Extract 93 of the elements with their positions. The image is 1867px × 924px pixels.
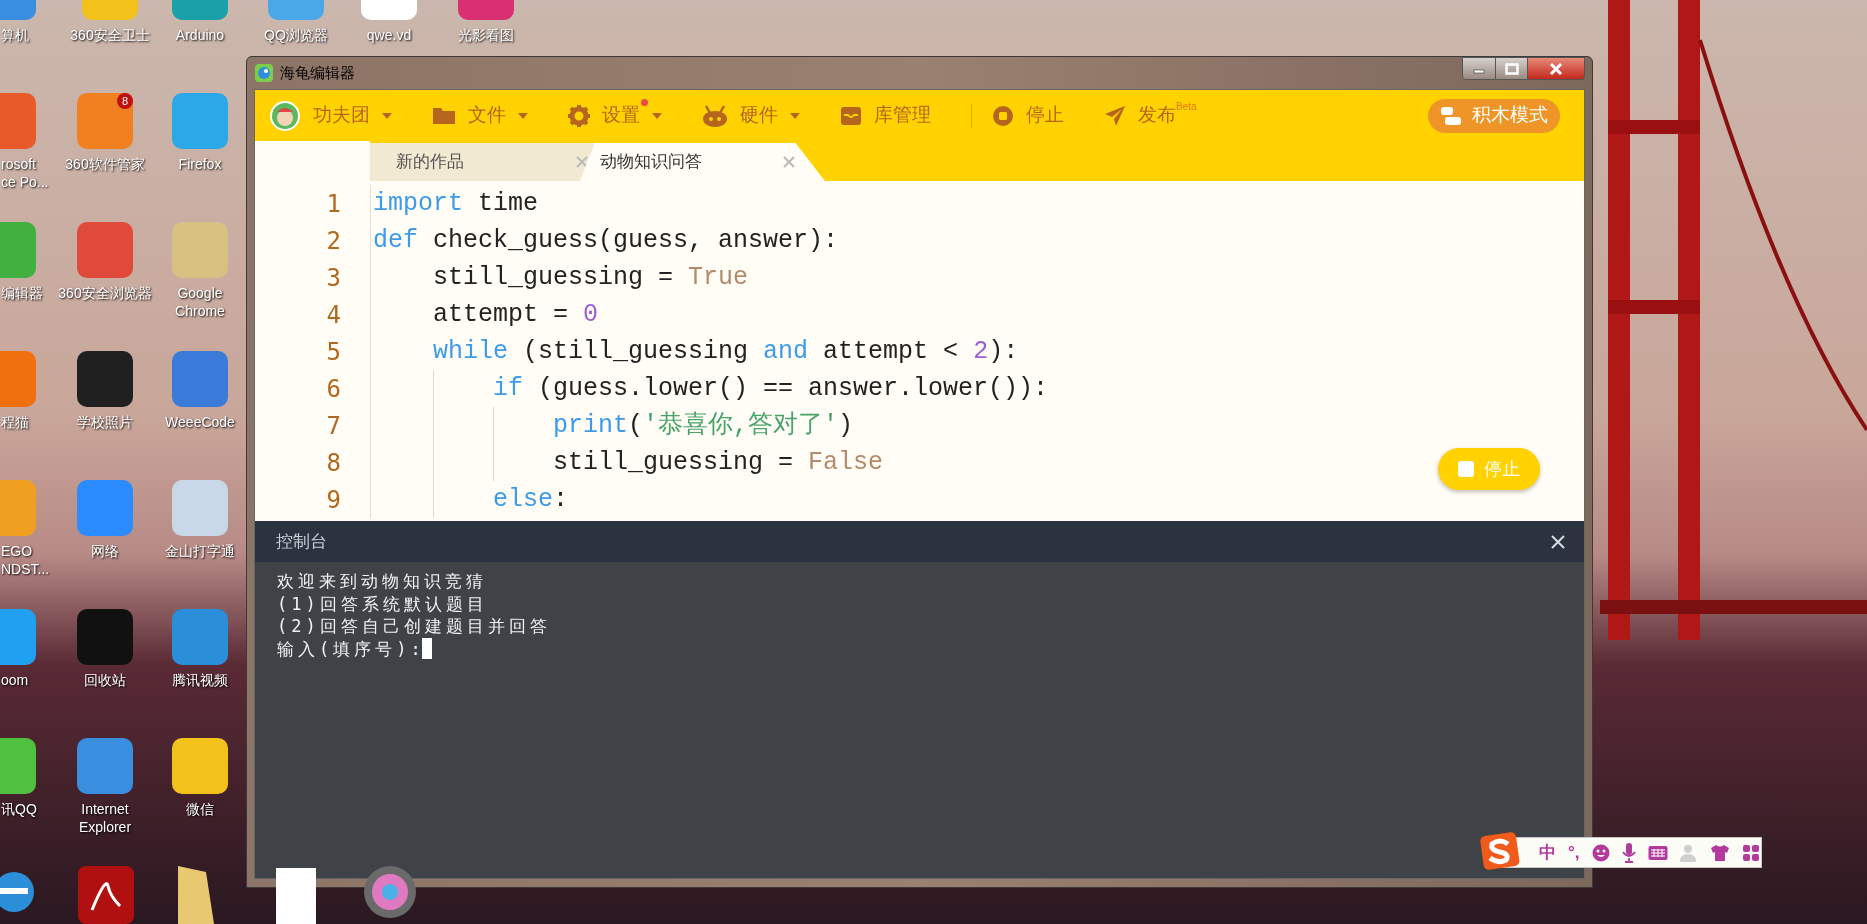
stop-icon xyxy=(1458,461,1474,477)
desktop-icon-label: Firefox xyxy=(178,155,222,173)
app-icon[interactable] xyxy=(77,351,133,407)
desktop-icon-label: 微信 xyxy=(186,800,214,818)
desktop-icon-label: 360安全浏览器 xyxy=(58,284,152,302)
line-number: 3 xyxy=(325,262,342,294)
toolbar-menu-item[interactable]: 库管理 xyxy=(840,101,931,130)
toolbar-menu-item[interactable]: 硬件 xyxy=(702,101,800,130)
desktop-icon-label: WeeeCode xyxy=(165,413,235,431)
close-tab-icon[interactable] xyxy=(783,156,795,168)
desktop-icon-label: qwe.vd xyxy=(366,26,412,44)
text-cursor xyxy=(421,638,432,660)
close-button[interactable] xyxy=(1528,57,1585,80)
desktop-icon-label: 编辑器 xyxy=(0,284,43,302)
desktop-icon-label: 程猫 xyxy=(0,413,29,431)
robot-icon xyxy=(702,104,728,127)
user-icon[interactable] xyxy=(1679,843,1698,862)
input-mode-indicator[interactable]: 中 xyxy=(1539,839,1556,866)
editor-tab[interactable]: 新的作品 xyxy=(370,143,596,181)
code-line: if (guess.lower() == answer.lower()): xyxy=(492,372,1049,405)
sogou-logo-icon[interactable] xyxy=(1480,832,1520,872)
app-icon[interactable] xyxy=(77,738,133,794)
settings-icon xyxy=(568,104,590,127)
notification-badge: 8 xyxy=(117,93,133,109)
toolbar-menu-item[interactable]: 停止 xyxy=(992,101,1064,130)
desktop-icon-label: 回收站 xyxy=(84,671,126,689)
console-text-line: (2)回答自己创建题目并回答 xyxy=(277,615,552,638)
code-line: attempt = 0 xyxy=(432,298,599,331)
keyboard-icon[interactable] xyxy=(1647,844,1668,861)
desktop-icon-label: EGO NDST... xyxy=(0,542,50,578)
code-line: still_guessing = True xyxy=(432,261,749,294)
maximize-button[interactable] xyxy=(1496,57,1528,80)
line-number: 9 xyxy=(325,484,342,516)
code-line: import time xyxy=(373,187,539,220)
block-mode-button[interactable]: 积木模式 xyxy=(1428,98,1560,133)
desktop-icon-label: 金山打字通 xyxy=(165,542,235,560)
line-number: 2 xyxy=(325,225,342,257)
desktop-icon-label: 光影看图 xyxy=(458,26,514,44)
close-console-button[interactable] xyxy=(1550,533,1566,550)
desktop-icon-label: 讯QQ xyxy=(0,800,37,818)
desktop-icon-label: 360安全卫士 xyxy=(70,26,150,44)
tray-icon xyxy=(840,105,862,126)
line-number: 5 xyxy=(325,336,342,368)
emoji-icon[interactable] xyxy=(1591,843,1610,862)
code-line: print('恭喜你,答对了') xyxy=(552,409,854,442)
line-number: 4 xyxy=(325,299,342,331)
desktop-icon-label: 360软件管家 xyxy=(65,155,145,173)
close-icon xyxy=(1548,62,1564,75)
editor-tab[interactable]: 动物知识问答 xyxy=(580,143,825,181)
blocks-icon xyxy=(1440,105,1462,126)
input-prompt: 输入(填序号): xyxy=(277,637,425,660)
avatar-icon xyxy=(269,99,301,132)
desktop-icon-label: oom xyxy=(0,671,29,689)
app-icon[interactable]: 8 xyxy=(77,93,133,149)
code-line: while (still_guessing and attempt < 2): xyxy=(432,335,1019,368)
toolbar-menu-item[interactable]: 设置 xyxy=(568,101,662,130)
desktop-icon-label: QQ浏览器 xyxy=(264,26,328,44)
pdf-app-icon xyxy=(78,866,134,924)
code-line: def check_guess(guess, answer): xyxy=(373,224,839,257)
window-title: 海龟编辑器 xyxy=(280,62,355,83)
desktop-icon-label: 腾讯视频 xyxy=(172,671,228,689)
desktop-icon-label: Internet Explorer xyxy=(78,800,132,836)
close-tab-icon[interactable] xyxy=(576,156,588,168)
desktop-icon-label: 算机 xyxy=(0,26,29,44)
desktop-icon-label: Google Chrome xyxy=(175,284,225,320)
app-logo-icon xyxy=(254,63,274,83)
line-number: 1 xyxy=(325,188,342,220)
toolbar-menu-item[interactable]: 功夫团 xyxy=(269,99,392,132)
code-line: still_guessing = False xyxy=(552,446,884,479)
desktop-icon-label: rosoft ce Po... xyxy=(0,155,49,191)
line-number: 6 xyxy=(325,373,342,405)
folder-icon xyxy=(176,866,216,924)
stop-icon xyxy=(992,104,1014,127)
code-line: else: xyxy=(492,483,569,516)
beta-label: Beta xyxy=(1176,101,1197,113)
grid-icon[interactable] xyxy=(1741,843,1760,862)
app-icon[interactable] xyxy=(172,738,228,794)
microphone-icon[interactable] xyxy=(1621,842,1636,863)
console-text-line: (1)回答系统默认题目 xyxy=(277,592,489,615)
desktop-icon-label: 网络 xyxy=(91,542,119,560)
desktop-icon-label: 学校照片 xyxy=(77,413,133,431)
line-number: 8 xyxy=(325,447,342,479)
maximize-icon xyxy=(1504,62,1519,75)
console-title: 控制台 xyxy=(276,530,327,553)
minimize-button[interactable] xyxy=(1462,57,1496,80)
paper-plane-icon xyxy=(1104,104,1126,127)
toolbar-menu-item[interactable]: 文件 xyxy=(432,101,528,130)
folder-icon xyxy=(432,105,456,126)
desktop-icon-label: Arduino xyxy=(175,26,225,44)
shirt-icon[interactable] xyxy=(1709,843,1730,862)
punctuation-mode-indicator[interactable]: °, xyxy=(1568,839,1580,866)
console-text-line: 欢迎来到动物知识竞猜 xyxy=(277,570,488,593)
line-number: 7 xyxy=(325,410,342,442)
